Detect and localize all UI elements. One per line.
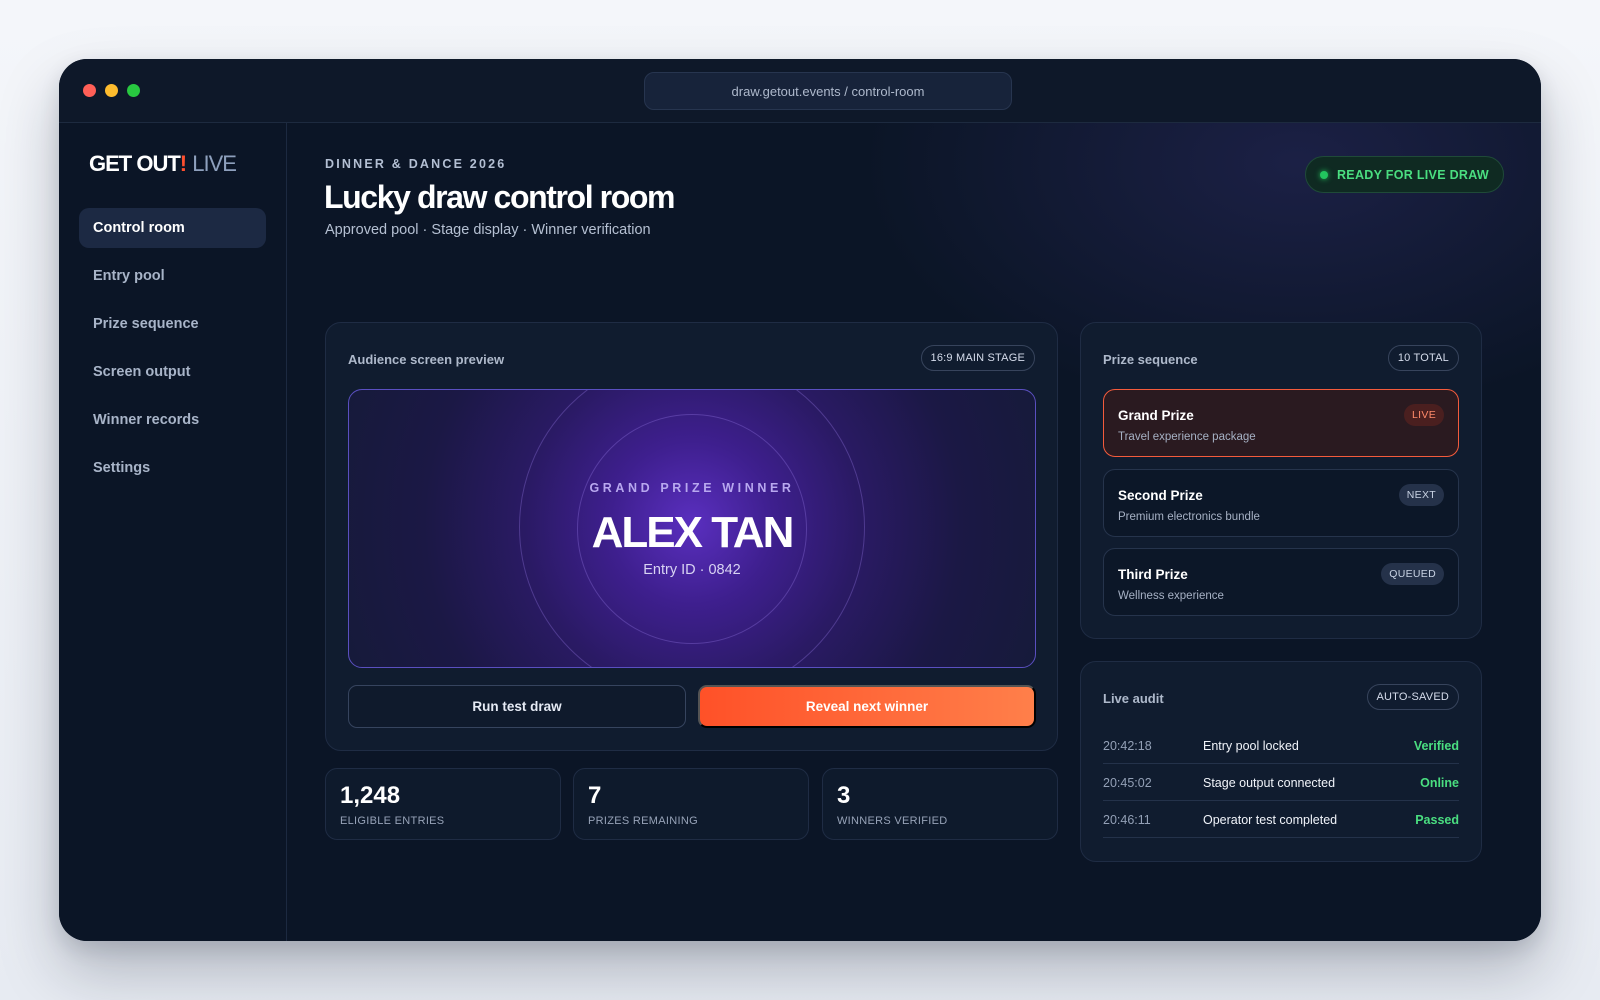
sidebar-item-screen-output[interactable]: Screen output [79,352,266,392]
audit-panel-title: Live audit [1103,691,1164,706]
stat-eligible-entries: 1,248 ELIGIBLE ENTRIES [325,768,561,840]
prize-description: Travel experience package [1118,431,1256,443]
status-dot-icon [1319,170,1328,179]
main-content: DINNER & DANCE 2026 Lucky draw control r… [287,123,1541,941]
run-test-draw-button[interactable]: Run test draw [348,685,686,728]
event-eyebrow: DINNER & DANCE 2026 [325,157,507,171]
audience-preview-panel: Audience screen preview 16:9 MAIN STAGE … [325,322,1058,751]
prize-item-second[interactable]: Second Prize Premium electronics bundle … [1103,469,1459,537]
audit-status: Verified [1413,739,1459,753]
audit-event: Operator test completed [1203,813,1338,827]
brand-logo: GET OUT! LIVE [89,151,237,176]
minimize-window-icon[interactable] [105,84,118,97]
stage-display: GRAND PRIZE WINNER ALEX TAN Entry ID · 0… [348,389,1036,668]
prize-name: Third Prize [1118,567,1188,582]
stat-value: 7 [588,782,602,809]
preview-panel-title: Audience screen preview [348,352,505,367]
audit-event: Stage output connected [1203,776,1336,790]
winner-name: ALEX TAN [591,508,795,557]
winner-label: GRAND PRIZE WINNER [589,481,795,495]
prize-status-badge: LIVE [1404,404,1444,426]
audit-time: 20:45:02 [1103,776,1152,790]
audit-time: 20:42:18 [1103,739,1152,753]
sidebar-item-entry-pool[interactable]: Entry pool [79,256,266,296]
prize-sequence-panel: Prize sequence 10 TOTAL Grand Prize Trav… [1080,322,1482,639]
prize-item-third[interactable]: Third Prize Wellness experience QUEUED [1103,548,1459,616]
prize-name: Second Prize [1118,488,1203,503]
app-window: draw.getout.events / control-room GET OU… [59,59,1541,941]
page-title: Lucky draw control room [324,179,675,215]
prize-name: Grand Prize [1118,408,1194,423]
prize-total-badge: 10 TOTAL [1387,345,1459,371]
reveal-next-winner-button[interactable]: Reveal next winner [698,685,1036,728]
prize-description: Premium electronics bundle [1118,511,1260,523]
stat-value: 1,248 [340,782,401,809]
prize-item-grand[interactable]: Grand Prize Travel experience package LI… [1103,389,1459,457]
sidebar-item-prize-sequence[interactable]: Prize sequence [79,304,266,344]
audit-status: Online [1420,776,1459,790]
audit-row: 20:46:11 Operator test completed Passed [1103,801,1459,838]
audit-status: Passed [1415,813,1459,827]
audit-event: Entry pool locked [1203,739,1299,753]
sidebar-item-control-room[interactable]: Control room [79,208,266,248]
audit-row: 20:45:02 Stage output connected Online [1103,764,1459,801]
stat-label: PRIZES REMAINING [588,815,698,827]
auto-saved-badge: AUTO-SAVED [1366,684,1459,710]
live-audit-panel: Live audit AUTO-SAVED 20:42:18 Entry poo… [1080,661,1482,862]
sidebar-item-winner-records[interactable]: Winner records [79,400,266,440]
stat-label: ELIGIBLE ENTRIES [340,815,445,827]
winner-entry-id: Entry ID · 0842 [643,562,741,578]
status-label: READY FOR LIVE DRAW [1336,167,1489,182]
sidebar-item-settings[interactable]: Settings [79,448,266,488]
stat-winners-verified: 3 WINNERS VERIFIED [822,768,1058,840]
browser-titlebar: draw.getout.events / control-room [59,59,1541,123]
maximize-window-icon[interactable] [127,84,140,97]
prize-description: Wellness experience [1118,590,1224,602]
prize-panel-title: Prize sequence [1103,352,1198,367]
prize-status-badge: NEXT [1398,484,1444,506]
status-badge: READY FOR LIVE DRAW [1304,156,1504,193]
stat-prizes-remaining: 7 PRIZES REMAINING [573,768,809,840]
audit-time: 20:46:11 [1103,813,1151,827]
audit-row: 20:42:18 Entry pool locked Verified [1103,727,1459,764]
stat-value: 3 [837,782,851,809]
stage-format-badge: 16:9 MAIN STAGE [920,345,1035,371]
sidebar: GET OUT! LIVE Control room Entry pool Pr… [59,123,287,941]
prize-status-badge: QUEUED [1381,563,1444,585]
address-bar[interactable]: draw.getout.events / control-room [644,72,1012,110]
stat-label: WINNERS VERIFIED [837,815,948,827]
sidebar-nav: Control room Entry pool Prize sequence S… [79,208,266,496]
page-subtitle: Approved pool · Stage display · Winner v… [325,222,651,238]
close-window-icon[interactable] [83,84,96,97]
